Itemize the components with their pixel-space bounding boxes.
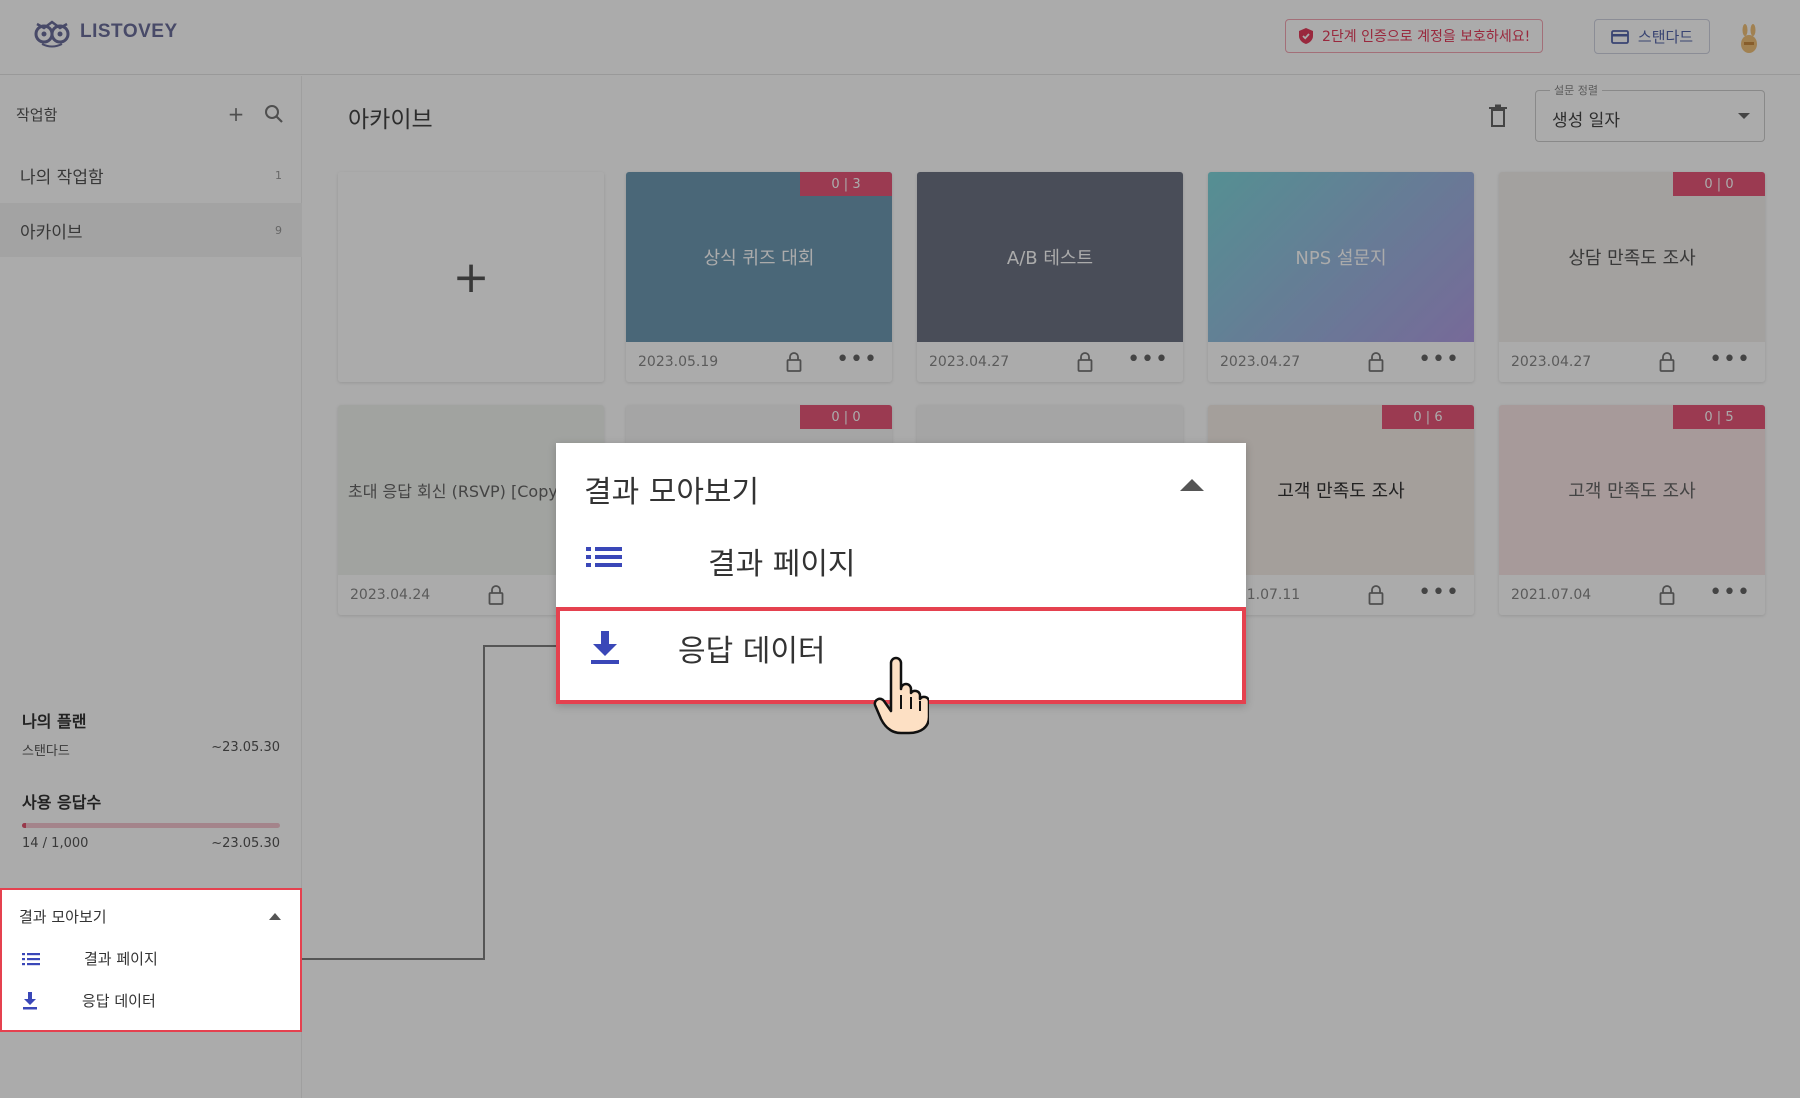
response-badge: 0 | 3 <box>800 172 892 196</box>
sidebar-header: 작업함 + <box>16 102 286 126</box>
menu-item-response-data[interactable]: 응답 데이터 <box>22 990 156 1011</box>
card-title: 고객 만족도 조사 <box>1208 405 1474 575</box>
card-date: 2023.04.27 <box>1511 354 1592 370</box>
list-icon <box>22 952 40 965</box>
page-title: 아카이브 <box>348 107 433 133</box>
usage-progress-fill <box>22 823 26 828</box>
add-survey-card[interactable]: + <box>338 172 604 382</box>
sidebar-item-count: 9 <box>275 223 282 237</box>
zoom-menu-title: 결과 모아보기 <box>584 475 760 510</box>
plan-name: 스탠다드 <box>22 744 70 759</box>
owl-logo-icon <box>34 20 70 48</box>
card-date: 2021.07.04 <box>1511 587 1592 603</box>
survey-card[interactable]: 0 | 3 상식 퀴즈 대회 2023.05.19 ••• <box>626 172 892 382</box>
lock-icon[interactable] <box>786 352 802 372</box>
plus-icon: + <box>452 251 490 303</box>
sidebar-item-label: 나의 작업함 <box>20 167 104 188</box>
sidebar-title: 작업함 <box>16 105 58 124</box>
response-badge: 0 | 0 <box>1673 172 1765 196</box>
plan-title: 나의 플랜 <box>22 712 87 731</box>
response-badge: 0 | 6 <box>1382 405 1474 429</box>
security-notice-button[interactable]: 2단계 인증으로 계정을 보호하세요! <box>1285 19 1544 53</box>
plan-button-label: 스탠다드 <box>1637 28 1694 46</box>
results-menu-title: 결과 모아보기 <box>19 908 107 926</box>
survey-card[interactable]: A/B 테스트 2023.04.27 ••• <box>917 172 1183 382</box>
download-icon <box>591 631 619 664</box>
sidebar-item-label: 아카이브 <box>20 222 83 243</box>
card-title: 상식 퀴즈 대회 <box>626 172 892 342</box>
search-icon[interactable] <box>262 102 286 126</box>
top-header: LISTOVEY 2단계 인증으로 계정을 보호하세요! 스탠다드 <box>0 0 1800 75</box>
zoom-menu-item-label: 결과 페이지 <box>708 547 856 582</box>
trash-icon[interactable] <box>1488 104 1508 128</box>
download-icon <box>23 991 37 1009</box>
results-menu: 결과 모아보기 결과 페이지 응답 데이터 <box>0 888 302 1032</box>
lock-icon[interactable] <box>1368 585 1384 605</box>
menu-item-label: 응답 데이터 <box>82 992 156 1010</box>
plan-expiry: ~23.05.30 <box>211 740 280 755</box>
survey-card[interactable]: 0 | 6 고객 만족도 조사 2021.07.11 ••• <box>1208 405 1474 615</box>
chevron-down-icon <box>1738 113 1750 119</box>
card-date: 2023.04.27 <box>1220 354 1301 370</box>
usage-expiry: ~23.05.30 <box>211 836 280 851</box>
sort-select[interactable]: 설문 정렬 생성 일자 <box>1535 82 1765 142</box>
sidebar-item-my-workspace[interactable]: 나의 작업함 1 <box>0 148 302 202</box>
plan-button[interactable]: 스탠다드 <box>1594 19 1710 54</box>
plan-info: 나의 플랜 스탠다드 ~23.05.30 사용 응답수 14 / 1,000 ~… <box>0 708 302 851</box>
connector-line <box>302 958 485 960</box>
security-notice-text: 2단계 인증으로 계정을 보호하세요! <box>1322 29 1531 45</box>
usage-progress-bar <box>22 823 280 828</box>
response-badge: 0 | 0 <box>800 405 892 429</box>
sort-value: 생성 일자 <box>1552 111 1620 131</box>
card-icon <box>1610 29 1629 44</box>
logo[interactable]: LISTOVEY <box>32 14 178 50</box>
sort-label: 설문 정렬 <box>1550 82 1602 98</box>
survey-card[interactable]: 0 | 5 고객 만족도 조사 2021.07.04 ••• <box>1499 405 1765 615</box>
zoom-menu-item-label: 응답 데이터 <box>678 634 826 669</box>
card-date: 2023.04.24 <box>350 587 431 603</box>
list-icon <box>586 547 622 567</box>
card-date: 2023.05.19 <box>638 354 719 370</box>
connector-line <box>483 645 558 647</box>
card-date: 2023.04.27 <box>929 354 1010 370</box>
add-folder-icon[interactable]: + <box>224 102 248 126</box>
card-title: 고객 만족도 조사 <box>1499 405 1765 575</box>
response-badge: 0 | 5 <box>1673 405 1765 429</box>
sidebar-item-count: 1 <box>275 168 282 182</box>
card-title: 상담 만족도 조사 <box>1499 172 1765 342</box>
survey-card[interactable]: NPS 설문지 2023.04.27 ••• <box>1208 172 1474 382</box>
chevron-up-icon[interactable] <box>1180 479 1204 491</box>
lock-icon[interactable] <box>1077 352 1093 372</box>
logo-text: LISTOVEY <box>80 21 178 42</box>
avatar[interactable] <box>1738 24 1760 54</box>
card-title: NPS 설문지 <box>1208 172 1474 342</box>
results-menu-header[interactable]: 결과 모아보기 <box>19 906 281 927</box>
hand-cursor-icon <box>873 656 929 735</box>
card-title: A/B 테스트 <box>917 172 1183 342</box>
shield-icon <box>1299 28 1313 44</box>
menu-item-result-page[interactable]: 결과 페이지 <box>22 948 158 969</box>
lock-icon[interactable] <box>1368 352 1384 372</box>
chevron-up-icon <box>269 913 281 920</box>
survey-card[interactable]: 0 | 0 상담 만족도 조사 2023.04.27 ••• <box>1499 172 1765 382</box>
connector-line <box>483 645 485 960</box>
lock-icon[interactable] <box>1659 352 1675 372</box>
lock-icon[interactable] <box>488 585 504 605</box>
menu-item-label: 결과 페이지 <box>84 950 158 968</box>
sidebar-item-archive[interactable]: 아카이브 9 <box>0 203 302 257</box>
lock-icon[interactable] <box>1659 585 1675 605</box>
usage-title: 사용 응답수 <box>22 793 102 812</box>
zoom-menu-item-result-page[interactable]: 결과 페이지 <box>586 545 856 582</box>
usage-count: 14 / 1,000 <box>22 836 89 851</box>
